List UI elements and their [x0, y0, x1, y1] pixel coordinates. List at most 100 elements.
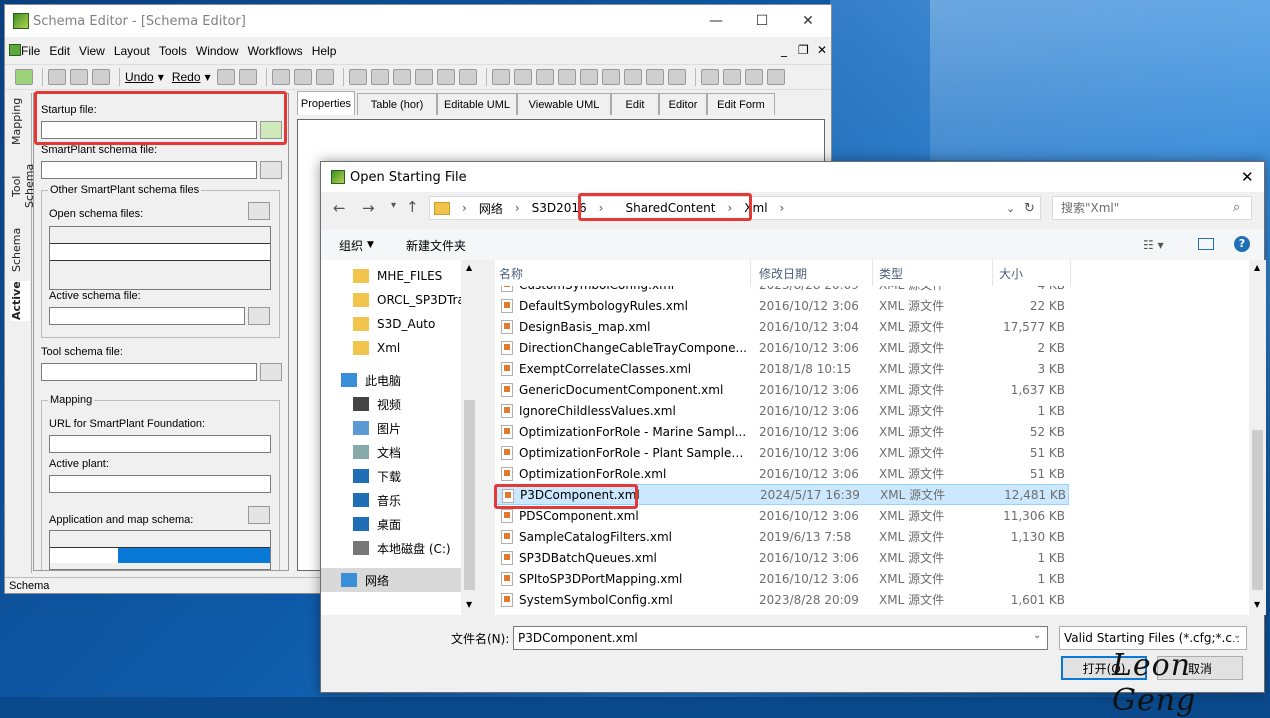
active-plant-input[interactable]	[49, 475, 271, 493]
column-type[interactable]: 类型	[873, 260, 993, 286]
file-row[interactable]: OptimizationForRole.xml 2016/10/12 3:06 XM…	[495, 463, 1069, 484]
up-arrow-icon[interactable]: ↑	[406, 198, 419, 216]
tab-editable-uml[interactable]: Editable UML	[437, 93, 517, 115]
hierarchy-icon[interactable]	[293, 69, 312, 85]
filetype-select[interactable]: Valid Starting Files (*.cfg;*.cn	[1059, 626, 1247, 650]
side-tab-mapping[interactable]: Mapping	[10, 98, 30, 145]
breadcrumb-network[interactable]: 网络	[479, 200, 503, 217]
file-row[interactable]: DirectionChangeCableTrayCompone... 2016/1…	[495, 337, 1069, 358]
file-row[interactable]: GenericDocumentComponent.xml 2016/10/12 3…	[495, 379, 1069, 400]
nav-item[interactable]: ORCL_SP3DTra	[353, 288, 465, 312]
dialog-close-button[interactable]: ✕	[1241, 168, 1254, 186]
find-icon[interactable]	[216, 69, 235, 85]
nav-item[interactable]: 网络	[321, 568, 461, 592]
redo-button[interactable]: Redo	[172, 70, 201, 84]
eye-tool-icon[interactable]	[700, 69, 719, 85]
forward-arrow-icon[interactable]: →	[362, 199, 375, 217]
maximize-button[interactable]: ☐	[739, 5, 785, 37]
tab-table-hor[interactable]: Table (hor)	[357, 93, 437, 115]
active-schema-file-input[interactable]	[49, 307, 245, 325]
lock-tool-icon[interactable]	[722, 69, 741, 85]
menu-tools[interactable]: Tools	[159, 44, 187, 58]
active-schema-browse-button[interactable]	[248, 307, 270, 325]
nav-item[interactable]: MHE_FILES	[353, 264, 442, 288]
add-tool-icon[interactable]	[535, 69, 554, 85]
tab-edit-form[interactable]: Edit Form	[707, 93, 775, 115]
menu-view[interactable]: View	[79, 44, 105, 58]
side-tab-schema[interactable]: Schema	[10, 227, 30, 273]
filename-input[interactable]: P3DComponent.xml	[513, 626, 1048, 650]
window-tool-icon[interactable]	[557, 69, 576, 85]
view-options-icon[interactable]: ☷ ▾	[1143, 238, 1164, 252]
list-tool-icon[interactable]	[414, 69, 433, 85]
menu-layout[interactable]: Layout	[114, 44, 150, 58]
import-tool-icon[interactable]	[579, 69, 598, 85]
file-row[interactable]: DesignBasis_map.xml 2016/10/12 3:04 XML 源文…	[495, 316, 1069, 337]
stamp-icon[interactable]	[370, 69, 389, 85]
nav-item[interactable]: 下载	[353, 464, 401, 488]
compare-tool-icon[interactable]	[601, 69, 620, 85]
side-tab-active[interactable]: Active	[10, 281, 30, 321]
column-size[interactable]: 大小	[993, 260, 1071, 286]
new-folder-button[interactable]: 新建文件夹	[406, 237, 466, 254]
preview-pane-icon[interactable]	[1198, 238, 1214, 250]
file-row[interactable]: DefaultSymbologyRules.xml 2016/10/12 3:06…	[495, 295, 1069, 316]
nav-item[interactable]: S3D_Auto	[353, 312, 435, 336]
gear-icon[interactable]	[315, 69, 334, 85]
settings-tool-icon[interactable]	[766, 69, 785, 85]
view-tool-icon[interactable]	[645, 69, 664, 85]
column-date[interactable]: 修改日期	[753, 260, 873, 286]
file-list-scrollbar[interactable]: ▲ ▼	[1249, 260, 1266, 615]
grid-tool-icon[interactable]	[436, 69, 455, 85]
file-row[interactable]: SampleCatalogFilters.xml 2019/6/13 7:58 XM…	[495, 526, 1069, 547]
help-icon[interactable]: ?	[1234, 236, 1250, 252]
tool-schema-file-input[interactable]	[41, 363, 257, 381]
minimize-button[interactable]: —	[693, 5, 739, 37]
file-row[interactable]: SP3DBatchQueues.xml 2016/10/12 3:06 XML 源文…	[495, 547, 1069, 568]
close-button[interactable]: ✕	[785, 5, 831, 37]
organize-button[interactable]: 组织	[339, 237, 363, 254]
filename-dropdown-icon[interactable]: ⌄	[1033, 630, 1041, 641]
add-open-schema-button[interactable]	[248, 202, 270, 220]
mdi-minimize-button[interactable]: _	[781, 43, 787, 57]
schema-editor-titlebar[interactable]: Schema Editor - [Schema Editor] — ☐ ✕	[5, 5, 831, 37]
nav-item[interactable]: 音乐	[353, 488, 401, 512]
back-arrow-icon[interactable]: ←	[333, 199, 346, 217]
menu-edit[interactable]: Edit	[49, 44, 70, 58]
document-tool-icon[interactable]	[392, 69, 411, 85]
file-row[interactable]: OptimizationForRole - Marine Sampl... 201…	[495, 421, 1069, 442]
filetype-dropdown-icon[interactable]: ⌄	[1233, 630, 1242, 641]
tree-icon[interactable]	[271, 69, 290, 85]
tab-edit[interactable]: Edit	[611, 93, 659, 115]
nav-item[interactable]: 本地磁盘 (C:)	[353, 536, 451, 560]
mdi-restore-button[interactable]: ❐	[798, 43, 809, 57]
mdi-close-button[interactable]: ✕	[817, 43, 827, 57]
search-input[interactable]: 搜索"Xml"	[1052, 196, 1252, 220]
frame-tool-icon[interactable]	[513, 69, 532, 85]
tab-viewable-uml[interactable]: Viewable UML	[517, 93, 611, 115]
undo-button[interactable]: Undo	[125, 70, 154, 84]
refresh-icon[interactable]: ↻	[1024, 201, 1035, 216]
nav-item[interactable]: 此电脑	[341, 368, 401, 392]
dialog-titlebar[interactable]: Open Starting File ✕	[321, 162, 1264, 192]
file-row[interactable]: SystemSymbolConfig.xml 2023/8/28 20:09 XML…	[495, 589, 1069, 610]
smartplant-schema-file-input[interactable]	[41, 161, 257, 179]
tool-schema-browse-button[interactable]	[260, 363, 282, 381]
paste-icon[interactable]	[92, 69, 110, 85]
column-name[interactable]: 名称	[495, 260, 751, 286]
tab-properties[interactable]: Properties	[297, 91, 355, 115]
app-map-schema-button[interactable]	[248, 506, 270, 524]
nav-item[interactable]: 桌面	[353, 512, 401, 536]
pencil-icon[interactable]	[238, 69, 257, 85]
cut-icon[interactable]	[48, 69, 66, 85]
menu-help[interactable]: Help	[312, 44, 337, 58]
tab-editor[interactable]: Editor	[659, 93, 707, 115]
address-dropdown-icon[interactable]: ⌄	[1006, 202, 1015, 215]
browse-schema-file-button[interactable]	[260, 161, 282, 179]
nav-scrollbar[interactable]: ▲ ▼	[461, 260, 478, 615]
menu-workflows[interactable]: Workflows	[248, 44, 303, 58]
relation-icon[interactable]	[348, 69, 367, 85]
menu-window[interactable]: Window	[196, 44, 239, 58]
menu-file[interactable]: File	[21, 44, 40, 58]
file-row[interactable]: SPItoSP3DPortMapping.xml 2016/10/12 3:06 X…	[495, 568, 1069, 589]
